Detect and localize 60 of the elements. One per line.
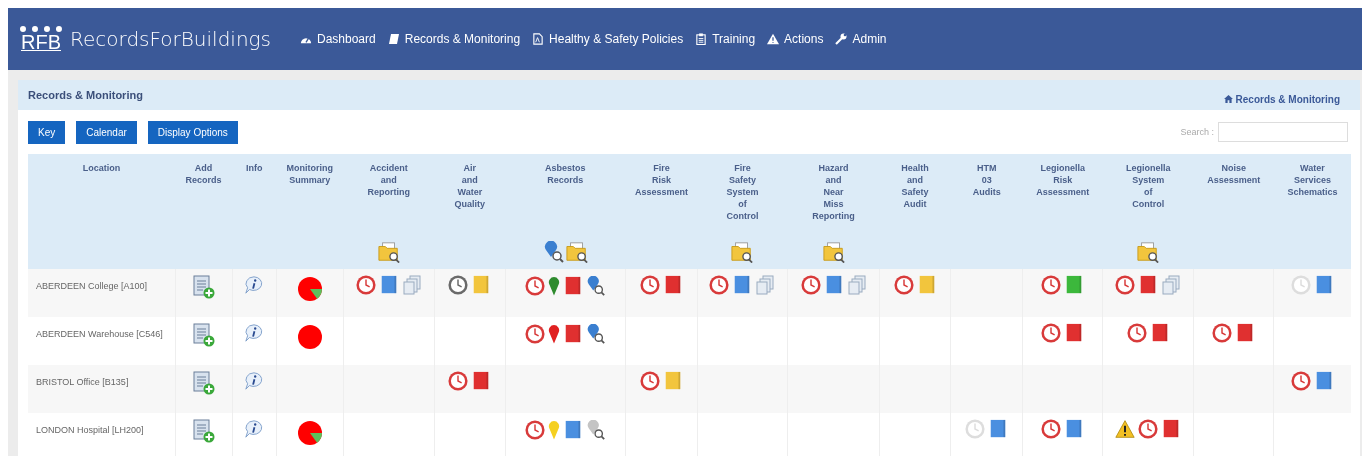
column-header: Legionella Risk Assessment xyxy=(1036,162,1090,198)
toolbar-button[interactable]: Key xyxy=(28,120,66,144)
nav-link[interactable]: Healthy & Safety Policies xyxy=(532,32,684,46)
nav-link[interactable]: Dashboard xyxy=(300,32,376,46)
column-header: Fire Risk Assessment xyxy=(634,162,688,198)
location-name: ABERDEEN Warehouse [C546] xyxy=(36,329,163,339)
nav-link[interactable]: Records & Monitoring xyxy=(387,32,521,46)
search-pin-icon[interactable] xyxy=(542,241,565,263)
add-record-icon[interactable] xyxy=(192,419,215,443)
clipboard-icon xyxy=(695,33,708,45)
info-icon[interactable] xyxy=(244,323,265,343)
document-stack-icon xyxy=(846,275,867,295)
folder-search-icon[interactable] xyxy=(822,241,845,263)
column-header: HTM 03 Audits xyxy=(972,162,1001,198)
add-record-icon[interactable] xyxy=(192,323,215,347)
home-icon xyxy=(1223,95,1233,103)
column-header: Legionella System of Control xyxy=(1126,162,1171,210)
column-header: Water Services Schematics xyxy=(1287,162,1338,198)
location-name: ABERDEEN College [A100] xyxy=(36,281,148,291)
book-icon xyxy=(387,33,400,45)
column-header: Info xyxy=(245,162,263,174)
info-icon[interactable] xyxy=(244,419,265,439)
column-header: Health and Safety Audit xyxy=(901,162,929,210)
column-header: Add Records xyxy=(185,162,222,186)
column-header: Fire Safety System of Control xyxy=(726,162,759,222)
column-header: Hazard and Near Miss Reporting xyxy=(812,162,855,222)
location-name: BRISTOL Office [B135] xyxy=(36,377,129,387)
add-record-icon[interactable] xyxy=(192,275,215,299)
info-icon[interactable] xyxy=(244,275,265,295)
column-header: Asbestos Records xyxy=(545,162,586,186)
search-field[interactable] xyxy=(1218,122,1348,142)
nav-link[interactable]: Training xyxy=(695,32,756,46)
column-header: Accident and Reporting xyxy=(367,162,410,198)
toolbar-button[interactable]: Calendar xyxy=(76,120,137,144)
folder-search-icon[interactable] xyxy=(731,241,754,263)
location-name: LONDON Hospital [LH200] xyxy=(36,425,144,435)
column-header: Monitoring Summary xyxy=(286,162,333,186)
brand-name: RecordsForBuildings xyxy=(70,27,271,51)
nav-link[interactable]: Actions xyxy=(767,32,824,46)
document-stack-icon xyxy=(1161,275,1182,295)
column-header: Air and Water Quality xyxy=(454,162,486,210)
folder-search-icon[interactable] xyxy=(1137,241,1160,263)
file-icon xyxy=(532,33,545,45)
wrench-icon xyxy=(835,33,848,45)
add-record-icon[interactable] xyxy=(192,371,215,395)
panel-title: Records & Monitoring xyxy=(28,89,143,101)
search-label: Search : xyxy=(1180,127,1214,137)
toolbar-button[interactable]: Display Options xyxy=(147,120,238,144)
folder-search-icon[interactable] xyxy=(565,241,588,263)
warning-icon xyxy=(767,33,780,45)
column-header: Location xyxy=(82,162,121,174)
document-stack-icon xyxy=(401,275,422,295)
document-stack-icon xyxy=(755,275,776,295)
info-icon[interactable] xyxy=(244,371,265,391)
breadcrumb-link[interactable]: Records & Monitoring xyxy=(1223,93,1340,105)
folder-search-icon[interactable] xyxy=(377,241,400,263)
logo-mark: RFB xyxy=(20,26,62,52)
column-header: Noise Assessment xyxy=(1207,162,1261,186)
nav-link[interactable]: Admin xyxy=(835,32,887,46)
warning-icon xyxy=(1115,419,1136,439)
